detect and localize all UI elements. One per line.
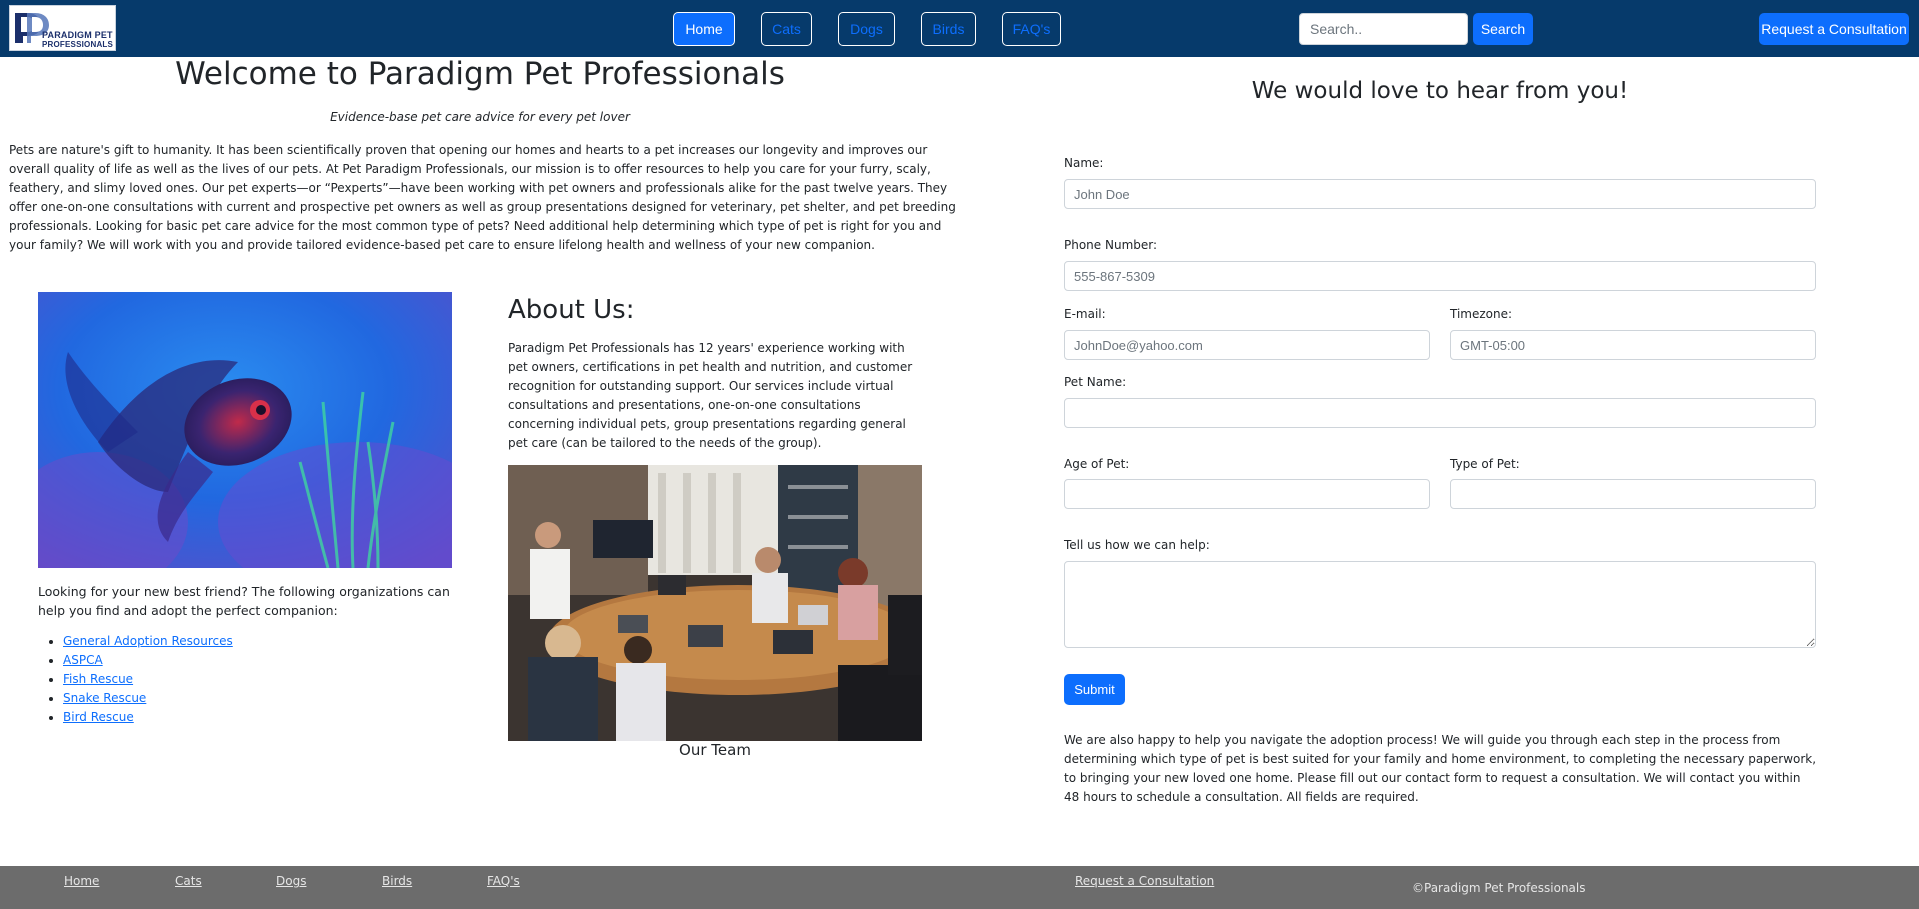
timezone-label: Timezone: [1450,307,1513,321]
email-label: E-mail: [1064,307,1106,321]
link-bird-rescue[interactable]: Bird Rescue [63,710,134,724]
link-fish-rescue[interactable]: Fish Rescue [63,672,133,686]
footer-link-faqs[interactable]: FAQ's [487,874,520,888]
search-input[interactable] [1299,13,1468,45]
nav-faqs[interactable]: FAQ's [1002,12,1061,46]
search-button[interactable]: Search [1473,13,1533,45]
adoption-intro-text: Looking for your new best friend? The fo… [38,584,450,618]
link-general-adoption[interactable]: General Adoption Resources [63,634,233,648]
pet-name-field[interactable] [1064,398,1816,428]
nav-dogs[interactable]: Dogs [838,12,895,46]
adoption-resources-list: General Adoption Resources ASPCA Fish Re… [38,632,233,727]
logo-line-1: PARADIGM PET [42,30,113,40]
name-field[interactable] [1064,179,1816,209]
navbar: PARADIGM PET PROFESSIONALS Home Cats Dog… [0,0,1919,57]
goldfish-photo [38,292,452,568]
footer-copyright: ©Paradigm Pet Professionals [1412,881,1586,895]
footer-link-cats[interactable]: Cats [175,874,202,888]
timezone-field[interactable] [1450,330,1816,360]
logo-wordmark: PARADIGM PET PROFESSIONALS [42,30,114,50]
team-caption: Our Team [679,741,751,759]
phone-label: Phone Number: [1064,238,1158,252]
phone-field[interactable] [1064,261,1816,291]
help-label: Tell us how we can help: [1064,538,1210,552]
pet-age-field[interactable] [1064,479,1430,509]
footer-link-request-consultation[interactable]: Request a Consultation [1075,874,1214,888]
logo-line-2: PROFESSIONALS [42,40,114,49]
list-item: Fish Rescue [63,670,233,689]
name-label: Name: [1064,156,1104,170]
pet-type-field[interactable] [1450,479,1816,509]
page-tagline: Evidence-base pet care advice for every … [330,110,630,124]
nav-cats[interactable]: Cats [761,12,812,46]
about-heading: About Us: [508,295,635,325]
about-paragraph: Paradigm Pet Professionals has 12 years'… [508,341,913,450]
email-field[interactable] [1064,330,1430,360]
footer-link-birds[interactable]: Birds [382,874,412,888]
request-consultation-button[interactable]: Request a Consultation [1759,13,1909,45]
footer: Home Cats Dogs Birds FAQ's Request a Con… [0,866,1919,909]
intro-paragraph: Pets are nature's gift to humanity. It h… [9,143,956,252]
adoption-help-note: We are also happy to help you navigate t… [1064,733,1817,804]
footer-link-dogs[interactable]: Dogs [276,874,306,888]
pet-name-label: Pet Name: [1064,375,1127,389]
team-meeting-photo [508,465,922,741]
form-heading: We would love to hear from you! [1251,78,1629,104]
pet-type-label: Type of Pet: [1450,457,1520,471]
link-aspca[interactable]: ASPCA [63,653,103,667]
help-textarea[interactable] [1064,561,1816,648]
list-item: ASPCA [63,651,233,670]
submit-button[interactable]: Submit [1064,674,1125,705]
list-item: Snake Rescue [63,689,233,708]
site-logo[interactable]: PARADIGM PET PROFESSIONALS [9,5,116,51]
link-snake-rescue[interactable]: Snake Rescue [63,691,146,705]
page-title: Welcome to Paradigm Pet Professionals [175,56,785,92]
footer-link-home[interactable]: Home [64,874,99,888]
nav-home[interactable]: Home [673,12,735,46]
pet-age-label: Age of Pet: [1064,457,1130,471]
list-item: General Adoption Resources [63,632,233,651]
list-item: Bird Rescue [63,708,233,727]
nav-birds[interactable]: Birds [921,12,976,46]
